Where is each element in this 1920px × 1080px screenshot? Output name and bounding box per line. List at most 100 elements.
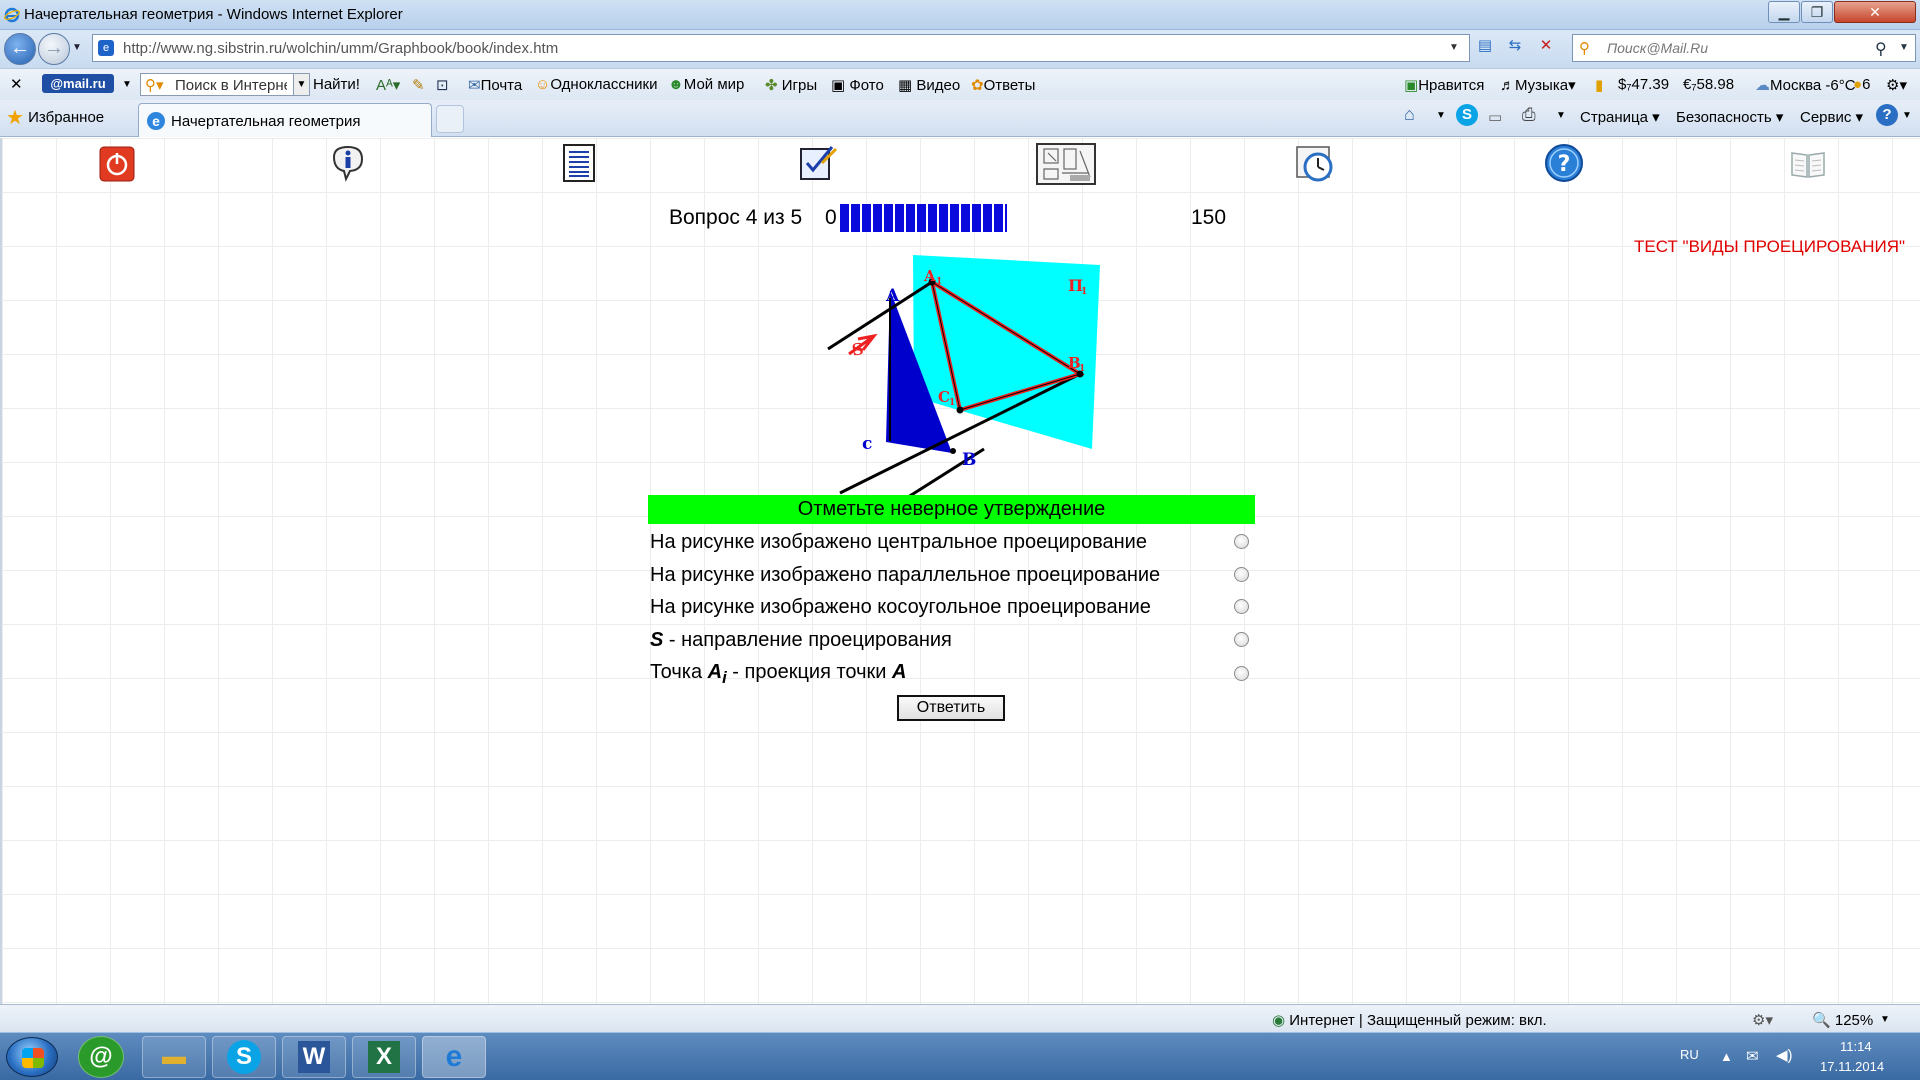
refresh-icon[interactable]: ⇆	[1504, 36, 1526, 54]
help-dropdown-icon[interactable]: ▼	[1902, 110, 1912, 121]
mail-link[interactable]: ✉Почта	[468, 76, 522, 94]
checklist-icon[interactable]	[798, 143, 838, 183]
mailru-search-input[interactable]: ⚲▾ Поиск в Интернете ▼	[140, 73, 310, 96]
maximize-button[interactable]: ❐	[1801, 1, 1833, 23]
toolbar-close-icon[interactable]: ✕	[10, 75, 23, 93]
label-b: B	[962, 450, 976, 470]
ie-taskbar-icon[interactable]: e	[422, 1036, 486, 1078]
option-3-radio[interactable]	[1234, 599, 1249, 614]
mailru-menu-dropdown-icon[interactable]: ▼	[122, 79, 132, 90]
new-tab-button[interactable]	[436, 105, 464, 133]
document-icon[interactable]	[559, 143, 599, 183]
skype-taskbar-icon[interactable]: S	[212, 1036, 276, 1078]
label-a1: A	[923, 267, 936, 285]
compatibility-icon[interactable]: ▤	[1474, 36, 1496, 54]
tray-mail-icon[interactable]: ✉	[1746, 1047, 1759, 1065]
favorites-button[interactable]: ★ Избранное	[6, 105, 104, 130]
music-button[interactable]: ♬Музыка▾	[1500, 76, 1576, 94]
highlight-icon[interactable]: ✎	[412, 76, 425, 94]
drawing-icon[interactable]	[1036, 143, 1096, 185]
security-zone[interactable]: ◉ Интернет | Защищенный режим: вкл.	[1272, 1011, 1547, 1029]
option-4-radio[interactable]	[1234, 632, 1249, 647]
notification-icon[interactable]: ▮	[1595, 76, 1603, 94]
address-bar[interactable]: e http://www.ng.sibstrin.ru/wolchin/umm/…	[92, 34, 1470, 62]
favorites-label: Избранное	[28, 109, 105, 126]
minimize-button[interactable]: ▁	[1768, 1, 1800, 23]
address-dropdown-icon[interactable]: ▼	[1443, 42, 1465, 60]
close-button[interactable]: ✕	[1834, 1, 1916, 23]
start-button[interactable]	[6, 1037, 58, 1077]
option-5-radio[interactable]	[1234, 666, 1249, 681]
taskbar: @ ▬ S W X e RU ▲ ✉ ◀) 11:14 17.11.2014	[0, 1032, 1920, 1080]
games-link[interactable]: ✤ Игры	[765, 76, 817, 94]
timer-icon[interactable]	[1296, 143, 1336, 183]
tab-active[interactable]: e Начертательная геометрия	[138, 103, 432, 137]
zoom-control[interactable]: 🔍 125%	[1812, 1011, 1873, 1029]
option-1-radio[interactable]	[1234, 534, 1249, 549]
safety-menu[interactable]: Безопасность ▾	[1676, 108, 1783, 126]
search-placeholder[interactable]: Поиск@Mail.Ru	[1607, 40, 1708, 56]
option-2-label: На рисунке изображено параллельное проец…	[650, 564, 1161, 586]
clock-date[interactable]: 17.11.2014	[1820, 1059, 1884, 1074]
address-url[interactable]: http://www.ng.sibstrin.ru/wolchin/umm/Gr…	[123, 40, 558, 57]
print-icon[interactable]: ⎙	[1522, 105, 1536, 125]
excel-icon[interactable]: X	[352, 1036, 416, 1078]
answers-link[interactable]: ✿Ответы	[971, 76, 1035, 94]
history-dropdown-icon[interactable]: ▼	[72, 42, 82, 53]
globe-icon: ◉	[1272, 1012, 1286, 1029]
translate-icon[interactable]: Aᴬ▾	[376, 76, 400, 94]
toolbar-settings-icon[interactable]: ⚙▾	[1886, 76, 1907, 94]
clock-time[interactable]: 11:14	[1840, 1039, 1872, 1054]
home-icon[interactable]: ⌂	[1404, 104, 1415, 125]
window-title: Начертательная геометрия - Windows Inter…	[24, 6, 403, 23]
answers-link-label: Ответы	[983, 77, 1036, 94]
option-3-label: На рисунке изображено косоугольное проец…	[650, 596, 1151, 618]
book-icon[interactable]	[1788, 143, 1828, 183]
power-icon[interactable]	[98, 143, 138, 183]
option-4-label: S - направление проецирования	[650, 629, 952, 652]
search-icon[interactable]: ⚲	[1875, 39, 1887, 59]
moymir-link[interactable]: ☻Мой мир	[668, 76, 744, 93]
answer-button[interactable]: Ответить	[897, 695, 1005, 721]
tray-expand-icon[interactable]: ▲	[1720, 1049, 1733, 1064]
explorer-icon[interactable]: ▬	[142, 1036, 206, 1078]
photo-link[interactable]: ▣ Фото	[831, 76, 884, 94]
mail-read-icon[interactable]: ▭	[1488, 108, 1502, 126]
help-icon[interactable]: ?	[1544, 143, 1584, 183]
protected-mode-icon[interactable]: ⚙▾	[1752, 1011, 1773, 1029]
stop-icon[interactable]: ✕	[1535, 36, 1557, 54]
mailru-agent-icon[interactable]: @	[78, 1036, 124, 1078]
counter-widget[interactable]: ●6	[1853, 76, 1870, 93]
language-indicator[interactable]: RU	[1680, 1047, 1699, 1062]
help-menu-icon[interactable]: ?	[1876, 104, 1898, 126]
info-icon[interactable]	[328, 143, 368, 183]
zoom-icon[interactable]: ⊡	[436, 76, 449, 94]
find-button[interactable]: Найти!	[313, 76, 360, 93]
print-dropdown-icon[interactable]: ▼	[1556, 110, 1566, 121]
mailru-logo[interactable]: @mail.ru	[42, 74, 114, 93]
weather-widget[interactable]: ☁Москва -6°C	[1755, 76, 1856, 94]
coin-icon: ●	[1853, 76, 1863, 93]
odnoklassniki-link[interactable]: ☺Одноклассники	[535, 76, 657, 93]
option-2-radio[interactable]	[1234, 567, 1249, 582]
search-options-icon[interactable]: ▼	[1899, 42, 1909, 53]
video-link[interactable]: ▦ Видео	[898, 76, 960, 94]
volume-icon[interactable]: ◀)	[1776, 1046, 1793, 1064]
word-logo-icon: W	[298, 1041, 330, 1073]
home-dropdown-icon[interactable]: ▼	[1436, 110, 1446, 121]
tools-menu[interactable]: Сервис ▾	[1800, 108, 1863, 126]
skype-icon[interactable]: S	[1456, 104, 1478, 126]
safety-menu-label: Безопасность	[1676, 109, 1772, 126]
word-icon[interactable]: W	[282, 1036, 346, 1078]
back-button[interactable]: ←	[4, 33, 36, 65]
forward-button[interactable]: →	[38, 33, 70, 65]
page-menu[interactable]: Страница ▾	[1580, 108, 1660, 126]
label-c: c	[862, 434, 872, 454]
mailru-search-placeholder[interactable]: Поиск в Интернете	[175, 77, 287, 94]
eur-rate[interactable]: €₇58.98	[1683, 76, 1734, 93]
mailru-search-dropdown-icon[interactable]: ▼	[293, 74, 309, 95]
like-button[interactable]: ▣Нравится	[1404, 76, 1484, 94]
usd-rate[interactable]: $₇47.39	[1618, 76, 1669, 93]
search-box[interactable]: ⚲ Поиск@Mail.Ru ⚲ ▼	[1572, 34, 1916, 62]
zoom-dropdown-icon[interactable]: ▼	[1880, 1014, 1890, 1025]
